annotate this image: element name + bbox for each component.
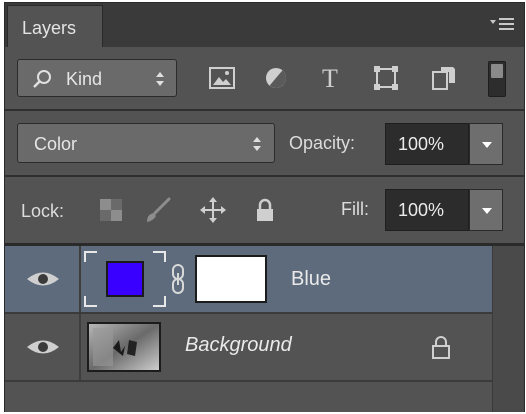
lock-all-icon[interactable] bbox=[251, 196, 279, 224]
layers-list: Blue Background bbox=[5, 246, 524, 412]
layer-name[interactable]: Background bbox=[185, 334, 292, 357]
layer-mask-thumbnail[interactable] bbox=[195, 255, 267, 303]
layer-row-background[interactable]: Background bbox=[5, 314, 492, 380]
eye-icon[interactable] bbox=[25, 336, 61, 358]
lock-image-icon[interactable] bbox=[143, 196, 171, 224]
fill-dropdown-button[interactable] bbox=[469, 189, 503, 231]
row-divider bbox=[5, 380, 492, 382]
blend-mode-select[interactable]: Color bbox=[17, 123, 275, 163]
divider bbox=[5, 175, 524, 177]
filter-kind-label: Kind bbox=[66, 69, 103, 89]
tab-layers-label: Layers bbox=[22, 18, 77, 38]
filter-toggle-knob bbox=[491, 64, 503, 78]
eye-icon[interactable] bbox=[25, 268, 61, 290]
smart-object-filter-icon[interactable] bbox=[429, 63, 459, 93]
svg-text:T: T bbox=[322, 64, 338, 93]
fill-label: Fill: bbox=[341, 199, 369, 219]
tab-layers[interactable]: Layers bbox=[7, 5, 103, 47]
opacity-dropdown-button[interactable] bbox=[469, 123, 503, 165]
layer-locked-icon bbox=[432, 336, 450, 359]
type-filter-icon[interactable]: T bbox=[315, 63, 345, 93]
chevron-updown-icon bbox=[156, 72, 164, 86]
layer-thumbnail[interactable] bbox=[83, 250, 167, 308]
chevron-updown-icon bbox=[253, 137, 261, 151]
shape-filter-icon[interactable] bbox=[371, 63, 401, 93]
search-icon bbox=[33, 70, 51, 88]
filter-kind-select[interactable]: Kind bbox=[17, 59, 177, 97]
background-thumbnail[interactable] bbox=[87, 322, 161, 372]
lock-transparent-icon[interactable] bbox=[97, 196, 125, 224]
layer-row-blue[interactable]: Blue bbox=[5, 246, 492, 312]
layers-panel: Layers Kind T Color Opacity: 100% Lock: … bbox=[4, 2, 525, 412]
fill-input[interactable]: 100% bbox=[385, 189, 469, 231]
visibility-column-divider bbox=[79, 314, 81, 380]
opacity-label: Opacity: bbox=[289, 133, 356, 153]
filter-toggle-switch[interactable] bbox=[488, 61, 506, 97]
fill-value: 100% bbox=[398, 200, 445, 220]
layer-name[interactable]: Blue bbox=[291, 268, 331, 291]
link-chain-icon[interactable] bbox=[170, 263, 186, 295]
image-filter-icon[interactable] bbox=[207, 63, 237, 93]
blend-mode-label: Color bbox=[34, 134, 78, 154]
layers-scrollbar[interactable] bbox=[492, 246, 524, 412]
lock-label: Lock: bbox=[21, 201, 65, 221]
lock-position-icon[interactable] bbox=[199, 196, 227, 224]
chevron-down-icon bbox=[482, 208, 492, 214]
adjustment-filter-icon[interactable] bbox=[261, 63, 291, 93]
chevron-down-icon bbox=[482, 142, 492, 148]
visibility-column-divider bbox=[79, 246, 81, 312]
opacity-value: 100% bbox=[398, 134, 445, 154]
panel-tab-bar: Layers bbox=[5, 3, 524, 47]
divider bbox=[5, 109, 524, 111]
panel-menu-icon[interactable] bbox=[490, 17, 516, 33]
opacity-input[interactable]: 100% bbox=[385, 123, 469, 165]
